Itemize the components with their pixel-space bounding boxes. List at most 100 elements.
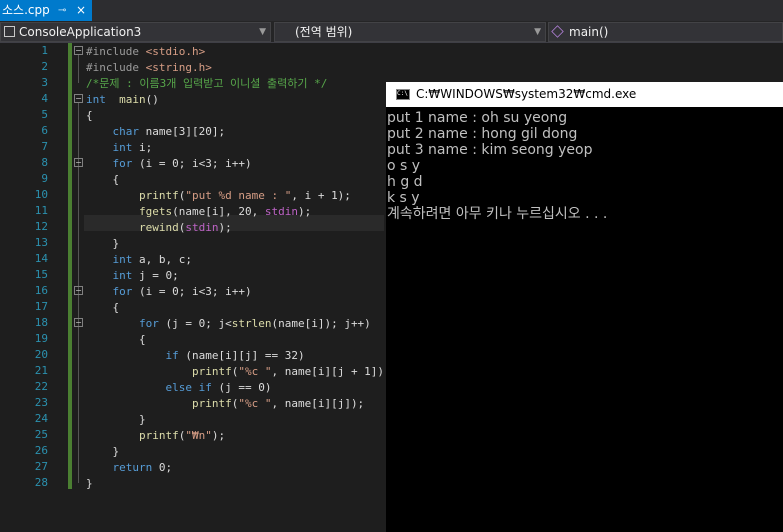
code-token: if <box>165 349 179 362</box>
console-window[interactable]: C:\ C:₩WINDOWS₩system32₩cmd.exe put 1 na… <box>386 82 783 532</box>
line-number: 21 <box>34 364 48 377</box>
code-line[interactable]: } <box>86 444 119 460</box>
console-output-line: h g d <box>387 174 423 190</box>
fold-toggle[interactable]: − <box>74 286 83 295</box>
code-line[interactable]: printf("₩n"); <box>86 428 225 444</box>
pin-icon[interactable]: ⊸ <box>58 0 66 21</box>
code-line[interactable]: int a, b, c; <box>86 252 192 268</box>
line-number: 24 <box>34 412 48 425</box>
code-line[interactable]: { <box>86 300 119 316</box>
code-token: () <box>145 93 159 106</box>
code-token: <stdio.h> <box>145 45 206 58</box>
line-number: 11 <box>34 204 48 217</box>
terminal-icon: C:\ <box>396 89 410 100</box>
code-token: } <box>86 413 146 426</box>
code-token: "%c " <box>238 397 272 410</box>
code-token: <string.h> <box>145 61 212 74</box>
console-output-line: k s y <box>387 190 420 206</box>
fold-toggle[interactable]: − <box>74 94 83 103</box>
code-token: "%c " <box>238 365 272 378</box>
tab-label: 소스.cpp <box>2 3 50 17</box>
code-line[interactable]: printf("%c ", name[i][j]); <box>86 396 364 412</box>
code-line[interactable]: for (i = 0; i<3; i++) <box>86 156 252 172</box>
line-number: 5 <box>41 108 48 121</box>
code-token: fgets <box>138 205 173 218</box>
console-output-line: o s y <box>387 158 421 174</box>
code-line[interactable]: int i; <box>86 140 153 156</box>
code-line[interactable]: } <box>86 412 146 428</box>
line-number: 7 <box>41 140 48 153</box>
code-token: for <box>138 317 159 330</box>
scope-dropdown[interactable]: (전역 범위) ▼ <box>274 22 546 42</box>
code-line[interactable]: #include <string.h> <box>86 60 212 76</box>
code-token: "₩n" <box>185 429 212 442</box>
code-token: } <box>86 445 120 458</box>
line-number: 19 <box>34 332 48 345</box>
code-token: int <box>86 93 106 106</box>
code-line[interactable]: return 0; <box>86 460 173 476</box>
code-line[interactable]: { <box>86 332 146 348</box>
code-line[interactable]: printf("put %d name : ", i + 1); <box>86 188 351 204</box>
console-title-bar[interactable]: C:\ C:₩WINDOWS₩system32₩cmd.exe <box>386 82 783 107</box>
code-token: { <box>86 109 93 122</box>
line-number: 1 <box>41 44 48 57</box>
code-line[interactable]: if (name[i][j] == 32) <box>86 348 304 364</box>
code-line[interactable]: for (j = 0; j<strlen(name[i]); j++) <box>86 316 371 332</box>
code-token: { <box>86 173 120 186</box>
code-line[interactable]: { <box>86 172 119 188</box>
code-line[interactable]: rewind(stdin); <box>86 220 232 236</box>
fold-toggle[interactable]: − <box>74 158 83 167</box>
line-number: 18 <box>34 316 48 329</box>
tab-source-cpp[interactable]: 소스.cpp ⊸ × <box>0 0 92 21</box>
code-token: } <box>86 237 120 250</box>
code-line[interactable]: #include <stdio.h> <box>86 44 205 60</box>
console-output-line: 계속하려면 아무 키나 누르십시오 . . . <box>387 206 608 222</box>
code-line[interactable]: int j = 0; <box>86 268 179 284</box>
code-token: (name[i]); j++) <box>271 317 371 330</box>
code-token: return <box>112 461 153 474</box>
code-line[interactable]: for (i = 0; i<3; i++) <box>86 284 252 300</box>
method-icon <box>551 25 564 38</box>
fold-toggle[interactable]: − <box>74 318 83 327</box>
code-line[interactable]: } <box>86 476 93 492</box>
code-line[interactable]: fgets(name[i], 20, stdin); <box>86 204 311 220</box>
code-line[interactable]: char name[3][20]; <box>86 124 226 140</box>
code-line[interactable]: int main() <box>86 92 159 108</box>
code-token: /*문제 : 이름3개 입력받고 이니셜 출력하기 */ <box>86 77 328 90</box>
console-output-line: put 1 name : oh su yeong <box>387 110 568 126</box>
code-line[interactable]: { <box>86 108 93 124</box>
code-line[interactable]: } <box>86 236 119 252</box>
code-token: { <box>86 333 146 346</box>
console-title: C:₩WINDOWS₩system32₩cmd.exe <box>416 87 637 101</box>
line-number: 6 <box>41 124 48 137</box>
line-number: 4 <box>41 92 48 105</box>
code-line[interactable]: /*문제 : 이름3개 입력받고 이니셜 출력하기 */ <box>86 76 327 92</box>
code-token: (name[i], 20, <box>172 205 265 218</box>
document-tab-bar: 소스.cpp ⊸ × <box>0 0 783 21</box>
code-line[interactable]: else if (j == 0) <box>86 380 271 396</box>
code-token: #include <box>86 61 146 74</box>
code-token: j = 0; <box>132 269 179 282</box>
fold-toggle[interactable]: − <box>74 46 83 55</box>
change-tracking-bar <box>68 43 72 489</box>
project-label: ConsoleApplication3 <box>19 25 142 39</box>
project-dropdown[interactable]: ConsoleApplication3 ▼ <box>0 22 271 42</box>
member-dropdown[interactable]: main() <box>548 22 783 42</box>
code-token: (i = 0; i<3; i++) <box>132 157 252 170</box>
close-icon[interactable]: × <box>76 0 86 21</box>
code-line[interactable]: printf("%c ", name[i][j + 1]); <box>86 364 391 380</box>
code-token: { <box>86 301 120 314</box>
code-token: ); <box>211 429 226 442</box>
line-number: 25 <box>34 428 48 441</box>
